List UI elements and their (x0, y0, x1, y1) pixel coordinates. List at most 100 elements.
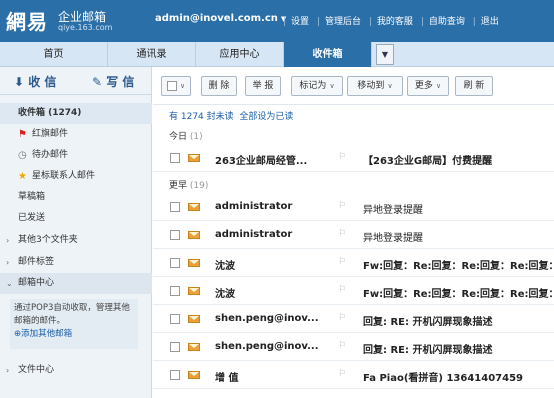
email-row[interactable]: administrator ⚐ 异地登录提醒 (153, 221, 554, 249)
admin-link[interactable]: 管理后台 (325, 17, 361, 27)
mail-toolbar: ∨ 删 除 举 报 标记为 ∨ 移动到 ∨ 更多 ∨ 刷 新 (153, 67, 554, 105)
row-checkbox[interactable] (170, 314, 180, 324)
logo-mark: 網易 (6, 10, 48, 34)
compose-button[interactable]: ✎ 写 信 (92, 73, 134, 90)
sidebar-item-label: 邮件标签 (18, 257, 55, 267)
email-row[interactable]: 沈波 ⚐ Fw:回复：Re:回复：Re:回复：Re:回复： (153, 277, 554, 305)
select-all-dropdown[interactable]: ∨ (161, 76, 191, 96)
mail-list-pane: ∨ 删 除 举 报 标记为 ∨ 移动到 ∨ 更多 ∨ 刷 新 有 1274 封未读 全… (153, 67, 554, 398)
group-header-today: 今日 (1) (169, 129, 203, 142)
envelope-icon (188, 315, 200, 323)
row-checkbox[interactable] (170, 230, 180, 240)
compose-label: 写 信 (106, 75, 135, 89)
flag-icon[interactable]: ⚐ (338, 369, 346, 379)
settings-link[interactable]: 设置 (291, 17, 309, 27)
envelope-icon (188, 287, 200, 295)
report-button[interactable]: 举 报 (245, 76, 281, 96)
sidebar-item-label: 草稿箱 (18, 192, 46, 202)
group-label: 今日 (169, 132, 188, 142)
flag-icon[interactable]: ⚐ (338, 313, 346, 323)
tab-app-center[interactable]: 应用中心 (196, 42, 284, 67)
chevron-right-icon: › (6, 258, 10, 267)
clock-icon: ◷ (18, 150, 27, 161)
flag-icon[interactable]: ⚐ (338, 257, 346, 267)
delete-button[interactable]: 删 除 (201, 76, 237, 96)
more-label: 更多 (414, 81, 433, 91)
envelope-icon (188, 371, 200, 379)
logout-link[interactable]: 退出 (481, 17, 499, 27)
flag-icon[interactable]: ⚐ (338, 201, 346, 211)
row-checkbox[interactable] (170, 370, 180, 380)
email-sender: administrator (215, 229, 293, 240)
tab-inbox[interactable]: 收件箱 (284, 42, 372, 67)
email-row[interactable]: shen.peng@inov... ⚐ 回复: RE: 开机闪屏现象描述 (153, 333, 554, 361)
envelope-icon (188, 231, 200, 239)
red-flag-icon: ⚑ (18, 129, 27, 140)
sidebar-item-label: 红旗邮件 (32, 129, 69, 139)
tab-home[interactable]: 首页 (0, 42, 108, 67)
unread-count: 有 1274 封未读 (169, 112, 234, 122)
email-sender: 沈波 (215, 289, 235, 300)
email-sender: administrator (215, 201, 293, 212)
receive-button[interactable]: ⬇ 收 信 (14, 73, 56, 90)
email-sender: 263企业邮局经管... (215, 156, 308, 167)
sidebar-item-file-center[interactable]: › 文件中心 (0, 360, 152, 381)
flag-icon[interactable]: ⚐ (338, 152, 346, 162)
row-checkbox[interactable] (170, 342, 180, 352)
email-row[interactable]: 沈波 ⚐ Fw:回复：Re:回复：Re:回复：Re:回复： (153, 249, 554, 277)
sidebar-item-label: 文件中心 (18, 365, 55, 375)
add-mailbox-link[interactable]: ⊕添加其他邮箱 (14, 328, 134, 341)
sidebar-actions: ⬇ 收 信 ✎ 写 信 (0, 67, 151, 95)
group-count: (19) (189, 181, 209, 191)
top-header: 網易 企业邮箱 qiye.163.com admin@inovel.com.cn… (0, 0, 554, 42)
move-to-dropdown[interactable]: 移动到 ∨ (347, 76, 403, 96)
chevron-down-icon: ∨ (179, 82, 186, 90)
email-row[interactable]: administrator ⚐ 异地登录提醒 (153, 193, 554, 221)
sidebar-item-starred[interactable]: ★ 星标联系人邮件 (0, 166, 152, 187)
mark-as-label: 标记为 (299, 81, 327, 91)
logo[interactable]: 網易 企业邮箱 qiye.163.com (6, 6, 112, 35)
flag-icon[interactable]: ⚐ (338, 229, 346, 239)
star-icon: ★ (18, 171, 27, 182)
flag-icon[interactable]: ⚐ (338, 341, 346, 351)
group-header-earlier: 更早 (19) (169, 178, 208, 191)
chevron-right-icon: › (6, 366, 10, 375)
sidebar-item-flagged[interactable]: ⚑ 红旗邮件 (0, 124, 152, 145)
sidebar-item-labels[interactable]: › 邮件标签 (0, 252, 152, 273)
chevron-down-icon: ∨ (387, 82, 393, 90)
refresh-button[interactable]: 刷 新 (455, 76, 493, 96)
row-checkbox[interactable] (170, 286, 180, 296)
sidebar-item-inbox[interactable]: 收件箱 (1274) (0, 103, 152, 124)
row-checkbox[interactable] (170, 202, 180, 212)
sidebar-item-mail-center[interactable]: ⌄ 邮箱中心 (0, 273, 152, 294)
pop3-text: 通过POP3自动收取，管理其他邮箱的邮件。 (14, 303, 130, 326)
move-to-label: 移动到 (357, 81, 385, 91)
sidebar-item-label: 收件箱 (1274) (18, 108, 82, 118)
support-link[interactable]: 我的客服 (377, 17, 413, 27)
email-subject: Fw:回复：Re:回复：Re:回复：Re:回复： (363, 261, 554, 272)
email-subject: 异地登录提醒 (363, 233, 423, 244)
email-sender: 沈波 (215, 261, 235, 272)
sidebar-item-sent[interactable]: 已发送 (0, 208, 152, 229)
sidebar-item-todo[interactable]: ◷ 待办邮件 (0, 145, 152, 166)
tab-dropdown-icon[interactable]: ▼ (376, 44, 394, 65)
checkbox[interactable] (166, 80, 177, 91)
row-checkbox[interactable] (170, 258, 180, 268)
sidebar-item-label: 邮箱中心 (18, 278, 55, 288)
sidebar-item-other-folders[interactable]: › 其他3个文件夹 (0, 230, 152, 251)
sidebar-item-drafts[interactable]: 草稿箱 (0, 187, 152, 208)
email-row[interactable]: 增 值 ⚐ Fa Piao(看拼音) 13641407459 (153, 361, 554, 389)
envelope-icon (188, 154, 200, 162)
tab-contacts[interactable]: 通讯录 (108, 42, 196, 67)
row-checkbox[interactable] (170, 153, 180, 163)
email-row[interactable]: 263企业邮局经管... ⚐ 【263企业G邮局】付费提醒 (153, 144, 554, 172)
mark-all-read-link[interactable]: 全部设为已读 (239, 112, 293, 122)
email-row[interactable]: shen.peng@inov... ⚐ 回复: RE: 开机闪屏现象描述 (153, 305, 554, 333)
more-dropdown[interactable]: 更多 ∨ (407, 76, 449, 96)
mark-as-dropdown[interactable]: 标记为 ∨ (291, 76, 343, 96)
flag-icon[interactable]: ⚐ (338, 285, 346, 295)
self-query-link[interactable]: 自助查询 (429, 17, 465, 27)
email-sender: 增 值 (215, 373, 239, 384)
product-domain: qiye.163.com (58, 23, 113, 32)
account-menu[interactable]: admin@inovel.com.cn ▼ (155, 13, 286, 24)
